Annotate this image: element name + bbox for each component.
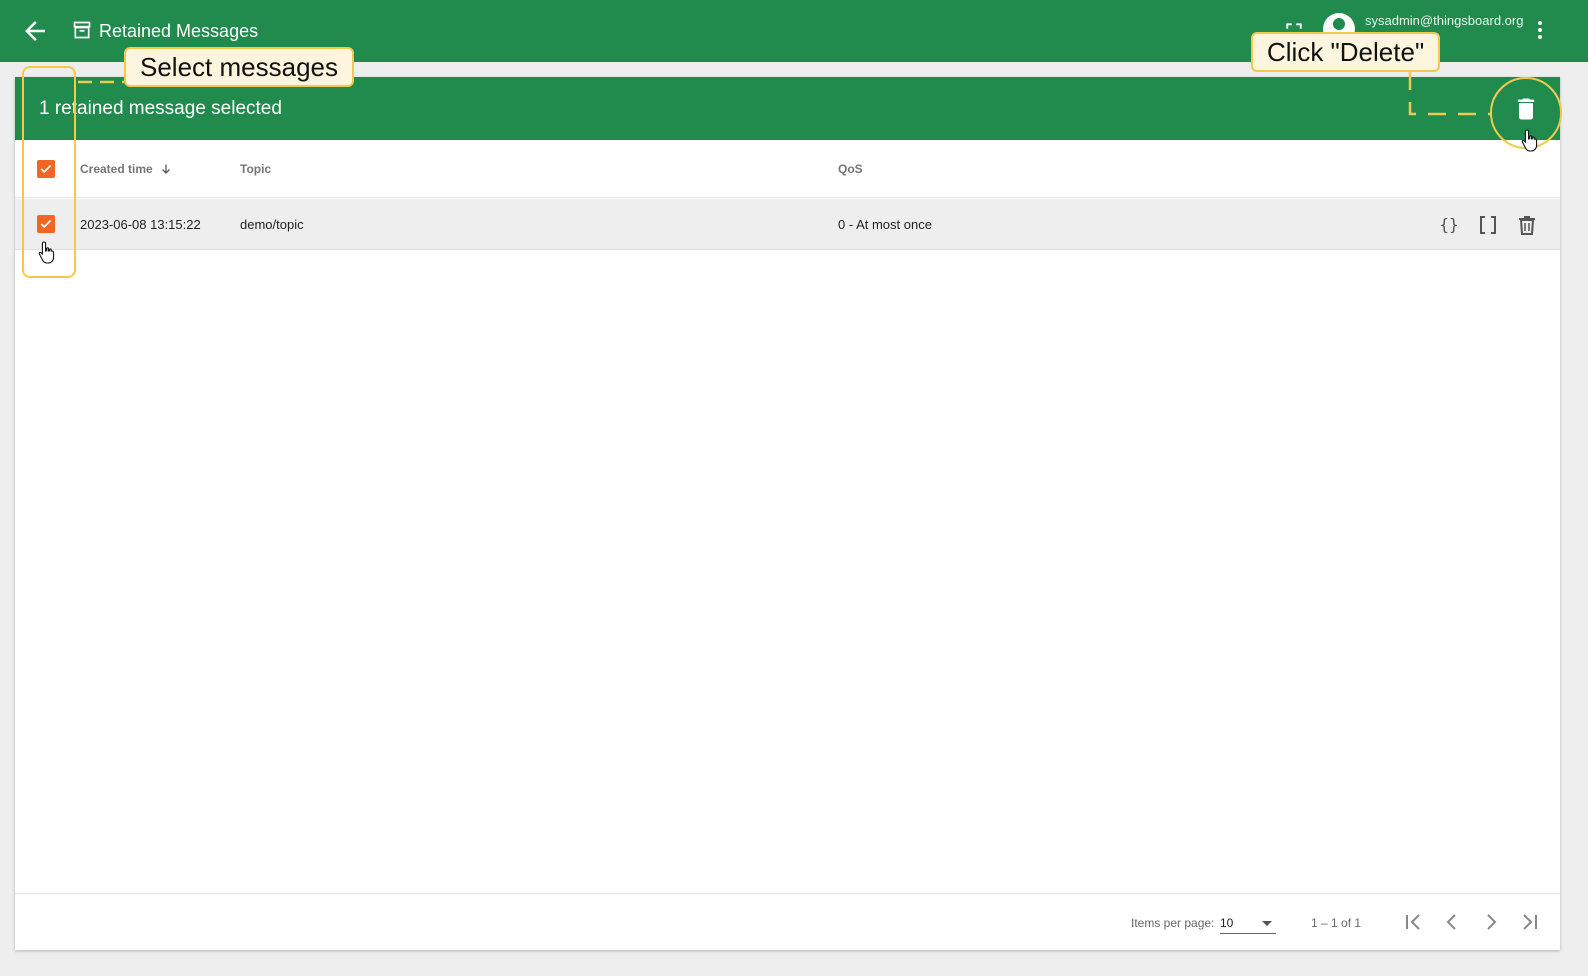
callout-select-messages: Select messages bbox=[124, 47, 354, 87]
hand-cursor-icon bbox=[38, 241, 55, 264]
tutorial-connectors bbox=[78, 72, 1492, 116]
hand-cursor-icon bbox=[1521, 129, 1538, 152]
callout-click-delete: Click "Delete" bbox=[1251, 32, 1441, 72]
